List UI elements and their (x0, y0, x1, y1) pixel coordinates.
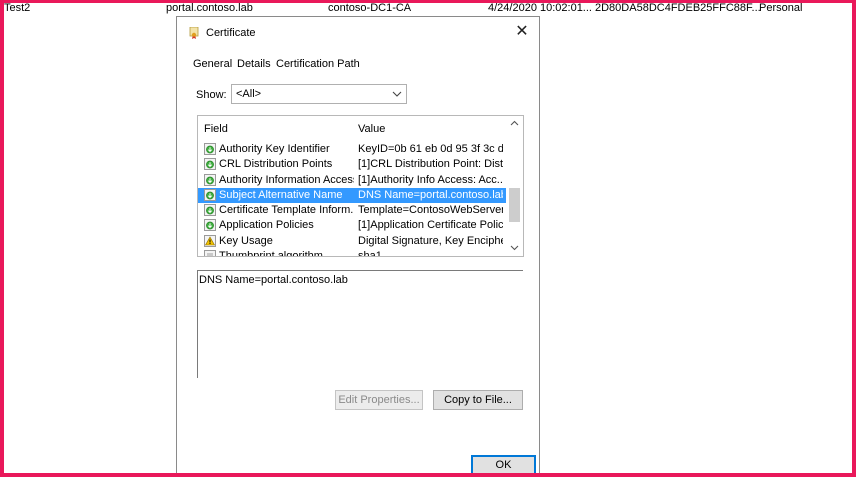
show-dropdown[interactable]: <All> (231, 84, 407, 104)
list-rows: Authority Key Identifier KeyID=0b 61 eb 0… (198, 142, 508, 256)
column-value[interactable]: Value (358, 123, 385, 135)
list-item[interactable]: Authority Information Access [1]Authority… (198, 173, 508, 188)
dialog-titlebar[interactable]: Certificate ✕ (177, 17, 539, 47)
cert-extension-icon (204, 158, 216, 171)
row-value: [1]CRL Distribution Point: Distr... (358, 158, 503, 171)
scroll-down-icon[interactable] (509, 243, 520, 252)
row-field: Certificate Template Inform... (219, 204, 354, 217)
row-field: Application Policies (219, 219, 314, 232)
dialog-title: Certificate (206, 27, 256, 39)
scroll-up-icon[interactable] (509, 119, 520, 128)
row-date: 4/24/2020 10:02:01... (488, 3, 592, 14)
cert-extension-icon (204, 188, 216, 201)
show-selected-value: <All> (236, 88, 262, 100)
row-field: Thumbprint algorithm (219, 250, 354, 256)
tab-certification-path[interactable]: Certification Path (276, 58, 360, 70)
copy-to-file-button[interactable]: Copy to File... (433, 390, 523, 410)
row-issued-to: portal.contoso.lab (166, 3, 253, 14)
close-button[interactable]: ✕ (511, 21, 533, 43)
list-item[interactable]: Key Usage Digital Signature, Key Encipher… (198, 234, 508, 249)
row-field: Authority Information Access (219, 173, 354, 186)
ok-button[interactable]: OK (471, 455, 536, 473)
row-thumbprint: 2D80DA58DC4FDEB25FFC88F... (595, 3, 761, 14)
field-detail-text: DNS Name=portal.contoso.lab (199, 274, 348, 286)
cert-extension-icon (204, 143, 216, 155)
fields-list[interactable]: Field Value Authority Key Identifier KeyI… (197, 115, 524, 257)
row-store: Personal (759, 3, 803, 14)
list-scrollbar[interactable] (506, 116, 523, 256)
cert-extension-icon (204, 219, 216, 232)
cert-extension-icon (204, 204, 216, 217)
row-value: sha1 (358, 250, 503, 256)
certificate-dialog: Certificate ✕ General Details Certificat… (176, 16, 540, 473)
row-field: Key Usage (219, 234, 273, 247)
list-item[interactable]: Application Policies [1]Application Certi… (198, 218, 508, 233)
row-value: Digital Signature, Key Encipher... (358, 234, 503, 247)
certificate-icon (189, 27, 199, 39)
list-item[interactable]: Thumbprint algorithm sha1 (198, 249, 508, 256)
row-value: [1]Authority Info Access: Acc... (358, 173, 503, 186)
cert-critical-extension-icon (204, 234, 216, 247)
list-header: Field Value (198, 116, 508, 136)
background-window: Test2 portal.contoso.lab contoso-DC1-CA … (4, 3, 852, 473)
row-value: [1]Application Certificate Polic... (358, 219, 503, 232)
list-item[interactable]: Certificate Template Inform... Template=C… (198, 203, 508, 218)
cert-extension-icon (204, 173, 216, 186)
row-value: KeyID=0b 61 eb 0d 95 3f 3c d... (358, 143, 503, 155)
list-item[interactable]: CRL Distribution Points [1]CRL Distributi… (198, 157, 508, 172)
field-detail-box[interactable]: DNS Name=portal.contoso.lab (197, 270, 523, 378)
edit-properties-button[interactable]: Edit Properties... (335, 390, 423, 410)
row-field: CRL Distribution Points (219, 158, 333, 171)
cert-property-icon (204, 250, 216, 256)
close-icon: ✕ (515, 23, 529, 40)
scrollbar-thumb[interactable] (509, 188, 520, 222)
row-issued-by: contoso-DC1-CA (328, 3, 412, 14)
certificate-list-row[interactable]: Test2 portal.contoso.lab contoso-DC1-CA … (4, 3, 852, 17)
row-field: Subject Alternative Name (219, 188, 343, 201)
row-value: DNS Name=portal.contoso.lab (358, 188, 503, 201)
row-name: Test2 (4, 3, 31, 14)
tab-details[interactable]: Details (237, 58, 271, 70)
list-item[interactable]: Authority Key Identifier KeyID=0b 61 eb 0… (198, 142, 508, 157)
chevron-down-icon (392, 91, 402, 97)
row-value: Template=ContosoWebServer... (358, 204, 503, 217)
column-field[interactable]: Field (204, 123, 228, 135)
list-item[interactable]: Subject Alternative Name DNS Name=portal.… (198, 187, 508, 204)
show-label: Show: (196, 89, 227, 101)
tab-general[interactable]: General (193, 58, 232, 70)
row-field: Authority Key Identifier (219, 143, 330, 155)
